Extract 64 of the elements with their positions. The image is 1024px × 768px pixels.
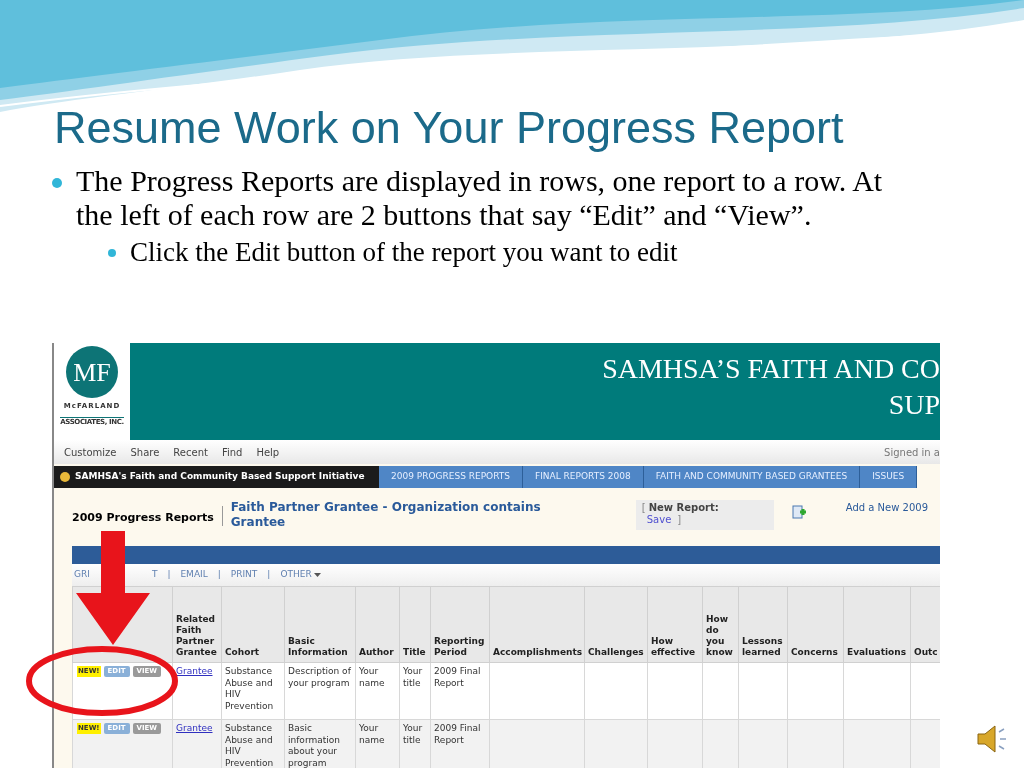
nav-tab[interactable]: 2009 PROGRESS REPORTS xyxy=(379,466,523,488)
grantee-link[interactable]: Grantee xyxy=(176,723,213,733)
menu-item[interactable]: Recent xyxy=(173,444,208,460)
table-cell: Basic information about your program xyxy=(288,723,340,768)
table-cell: Your name xyxy=(359,723,385,745)
menu-item[interactable]: Help xyxy=(256,444,280,460)
column-header: Reporting Period xyxy=(434,636,485,657)
grantee-link[interactable]: Grantee xyxy=(176,666,213,676)
column-header: How do you know xyxy=(706,614,733,657)
column-header: Lessons learned xyxy=(742,636,783,657)
menu-item[interactable]: Find xyxy=(221,444,243,460)
separator: | xyxy=(167,568,171,582)
column-header: Challenges xyxy=(588,647,644,657)
bullet-text: Click the Edit button of the report you want to edit xyxy=(130,236,678,268)
menu-item[interactable]: Share xyxy=(130,444,160,460)
column-header: Outc xyxy=(914,647,938,657)
new-report-label: New Report: xyxy=(648,502,719,514)
toolbar-item[interactable]: T xyxy=(151,568,158,582)
bullet-icon xyxy=(108,249,116,257)
save-link[interactable]: Save xyxy=(646,514,672,526)
table-cell: 2009 Final Report xyxy=(434,666,481,688)
toolbar-item[interactable]: EMAIL xyxy=(180,568,208,582)
logo-mark: MF xyxy=(66,346,118,398)
table-cell: 2009 Final Report xyxy=(434,723,481,745)
table-cell: Description of your program xyxy=(288,666,351,688)
signed-in-text: Signed in a xyxy=(884,445,940,460)
column-header: How effective xyxy=(651,636,696,657)
separator: | xyxy=(267,568,271,582)
toolbar-item[interactable]: OTHER xyxy=(280,568,312,582)
column-header: Evaluations xyxy=(847,647,906,657)
bullet-icon xyxy=(52,178,62,188)
table-cell: Substance Abuse and HIV Prevention xyxy=(225,723,274,768)
table-cell: Your title xyxy=(403,666,423,688)
toolbar-item[interactable]: GRI xyxy=(74,568,90,582)
column-header: Related Faith Partner Grantee xyxy=(176,614,217,657)
toolbar-item[interactable]: PRINT xyxy=(230,568,258,582)
bullet-text: The Progress Reports are displayed in rows, one report to a row. At the left of each row are 2 buttons that say “Edit” and “View”. xyxy=(76,164,884,232)
banner-title: SUP xyxy=(888,388,940,422)
add-document-icon[interactable] xyxy=(791,505,806,520)
slide-title: Resume Work on Your Progress Report xyxy=(53,101,845,155)
nav-tab[interactable]: FAITH AND COMMUNITY BASED GRANTEES xyxy=(643,466,861,488)
column-header: Title xyxy=(403,647,426,657)
add-new-link[interactable]: Add a New 2009 xyxy=(845,500,929,515)
table-cell: Substance Abuse and HIV Prevention xyxy=(225,666,274,711)
bracket: [ xyxy=(641,502,646,514)
column-header: Basic Information xyxy=(288,636,348,657)
view-title: Faith Partner Grantee - Organization contains Grantee xyxy=(230,500,542,530)
column-header: Accomplishments xyxy=(493,647,583,657)
caret-icon xyxy=(313,572,321,578)
page-title: 2009 Progress Reports xyxy=(72,510,214,526)
column-header: Author xyxy=(359,647,394,657)
site-name: SAMHSA's Faith and Community Based Support Initiative xyxy=(75,470,365,484)
column-header: Concerns xyxy=(791,647,838,657)
nav-tab[interactable]: ISSUES xyxy=(860,466,918,488)
bracket: ] xyxy=(677,514,682,526)
column-header: Cohort xyxy=(225,647,260,657)
menu-item[interactable]: Customize xyxy=(64,444,117,460)
site-tab[interactable]: SAMHSA's Faith and Community Based Support Initiative xyxy=(54,466,379,488)
nav-tab[interactable]: FINAL REPORTS 2008 xyxy=(523,466,644,488)
table-cell: Your title xyxy=(403,723,423,745)
separator: | xyxy=(217,568,221,582)
banner-title: SAMHSA’S FAITH AND CO xyxy=(602,352,940,386)
globe-icon xyxy=(60,472,70,482)
table-cell: Your name xyxy=(359,666,385,688)
